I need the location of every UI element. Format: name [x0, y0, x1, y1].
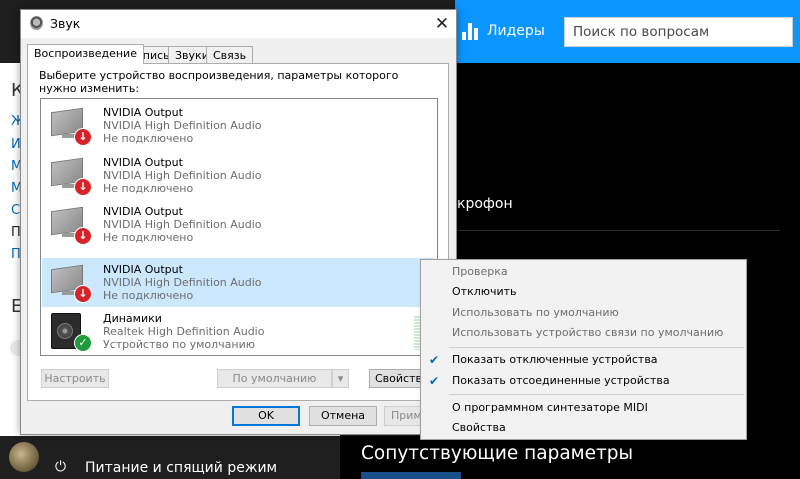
- device-list[interactable]: ↓ NVIDIA Output NVIDIA High Definition A…: [40, 98, 438, 356]
- divider: [455, 230, 780, 231]
- search-input[interactable]: Поиск по вопросам: [564, 17, 793, 47]
- list-item[interactable]: ↓ NVIDIA Output NVIDIA High Definition A…: [42, 101, 434, 150]
- ok-button[interactable]: OK: [232, 406, 300, 426]
- device-status: Устройство по умолчанию: [103, 338, 256, 351]
- search-placeholder: Поиск по вопросам: [573, 24, 710, 40]
- device-name: NVIDIA Output: [103, 205, 183, 218]
- dialog-title: Звук: [50, 16, 81, 31]
- monitor-icon: ↓: [48, 156, 92, 196]
- menu-item-label: Показать отключенные устройства: [452, 353, 658, 366]
- menu-item-set-default-comm[interactable]: Использовать устройство связи по умолчан…: [421, 323, 746, 343]
- menu-item-label: Проверка: [452, 265, 508, 278]
- leaders-icon[interactable]: [462, 22, 480, 40]
- sound-dialog: Звук ✕ Воспроизведение Запись Звуки Связ…: [20, 9, 457, 435]
- power-icon: ⏻: [55, 459, 67, 475]
- list-item[interactable]: ↓ NVIDIA Output NVIDIA High Definition A…: [42, 200, 434, 249]
- device-driver: NVIDIA High Definition Audio: [103, 276, 262, 289]
- dialog-titlebar[interactable]: Звук ✕: [21, 10, 456, 38]
- avatar: [9, 442, 39, 472]
- menu-item-label: Использовать по умолчанию: [452, 306, 619, 319]
- microphone-label: крофон: [457, 196, 513, 212]
- disconnected-badge-icon: ↓: [74, 178, 92, 196]
- device-name: NVIDIA Output: [103, 263, 183, 276]
- menu-item-set-default[interactable]: Использовать по умолчанию: [421, 303, 746, 323]
- device-driver: NVIDIA High Definition Audio: [103, 119, 262, 132]
- device-name: NVIDIA Output: [103, 106, 183, 119]
- device-driver: NVIDIA High Definition Audio: [103, 169, 262, 182]
- menu-item-label: Показать отсоединенные устройства: [452, 374, 670, 387]
- set-default-dropdown-button[interactable]: ▾: [332, 369, 349, 388]
- menu-item-properties[interactable]: Свойства: [421, 418, 746, 438]
- close-button[interactable]: ✕: [431, 13, 453, 35]
- close-icon: ✕: [434, 14, 450, 34]
- menu-item-label: Отключить: [452, 285, 517, 298]
- device-status: Не подключено: [103, 231, 194, 244]
- leaders-link[interactable]: Лидеры: [487, 23, 545, 39]
- chevron-down-icon: ▾: [337, 372, 344, 385]
- device-status: Не подключено: [103, 132, 194, 145]
- disconnected-badge-icon: ↓: [74, 227, 92, 245]
- related-settings-heading: Сопутствующие параметры: [361, 443, 634, 464]
- context-menu: Проверка Отключить Использовать по умолч…: [420, 259, 747, 440]
- device-driver: Realtek High Definition Audio: [103, 325, 265, 338]
- monitor-icon: ↓: [48, 205, 92, 245]
- menu-item-midi-about[interactable]: О программном синтезаторе MIDI: [421, 398, 746, 418]
- menu-item-label: О программном синтезаторе MIDI: [452, 401, 648, 414]
- menu-item-disable[interactable]: Отключить: [421, 282, 746, 302]
- speaker-icon: ✓: [48, 312, 92, 352]
- device-name: Динамики: [103, 312, 162, 325]
- monitor-icon: ↓: [48, 263, 92, 303]
- menu-item-show-disabled[interactable]: ✔ Показать отключенные устройства: [421, 350, 746, 370]
- default-check-badge-icon: ✓: [74, 334, 92, 352]
- menu-item-label: Использовать устройство связи по умолчан…: [452, 326, 724, 339]
- related-link-fragment[interactable]: [361, 472, 461, 479]
- instructions-text: Выберите устройство воспроизведения, пар…: [39, 69, 399, 95]
- menu-separator: [449, 394, 744, 395]
- device-status: Не подключено: [103, 289, 194, 302]
- set-default-button[interactable]: По умолчанию: [217, 369, 332, 388]
- menu-separator: [449, 347, 744, 348]
- device-status: Не подключено: [103, 182, 194, 195]
- cancel-button[interactable]: Отмена: [309, 406, 377, 426]
- speaker-app-icon: [30, 16, 43, 30]
- tab-communications[interactable]: Связь: [206, 46, 254, 63]
- list-item-selected[interactable]: ↓ NVIDIA Output NVIDIA High Definition A…: [42, 258, 434, 307]
- checkmark-icon: ✔: [429, 353, 440, 367]
- device-driver: NVIDIA High Definition Audio: [103, 218, 262, 231]
- monitor-icon: ↓: [48, 106, 92, 146]
- disconnected-badge-icon: ↓: [74, 285, 92, 303]
- menu-item-test[interactable]: Проверка: [421, 262, 746, 282]
- configure-button[interactable]: Настроить: [41, 369, 109, 388]
- menu-item-label: Свойства: [452, 421, 506, 434]
- left-link-fragment[interactable]: С: [11, 203, 20, 218]
- checkmark-icon: ✔: [429, 374, 440, 388]
- tab-playback[interactable]: Воспроизведение: [27, 44, 144, 64]
- list-item[interactable]: ✓ Динамики Realtek High Definition Audio…: [42, 307, 434, 355]
- device-name: NVIDIA Output: [103, 156, 183, 169]
- list-item[interactable]: ↓ NVIDIA Output NVIDIA High Definition A…: [42, 151, 434, 200]
- nav-item-power-sleep[interactable]: Питание и спящий режим: [85, 460, 277, 476]
- menu-item-show-disconnected[interactable]: ✔ Показать отсоединенные устройства: [421, 371, 746, 391]
- disconnected-badge-icon: ↓: [74, 128, 92, 146]
